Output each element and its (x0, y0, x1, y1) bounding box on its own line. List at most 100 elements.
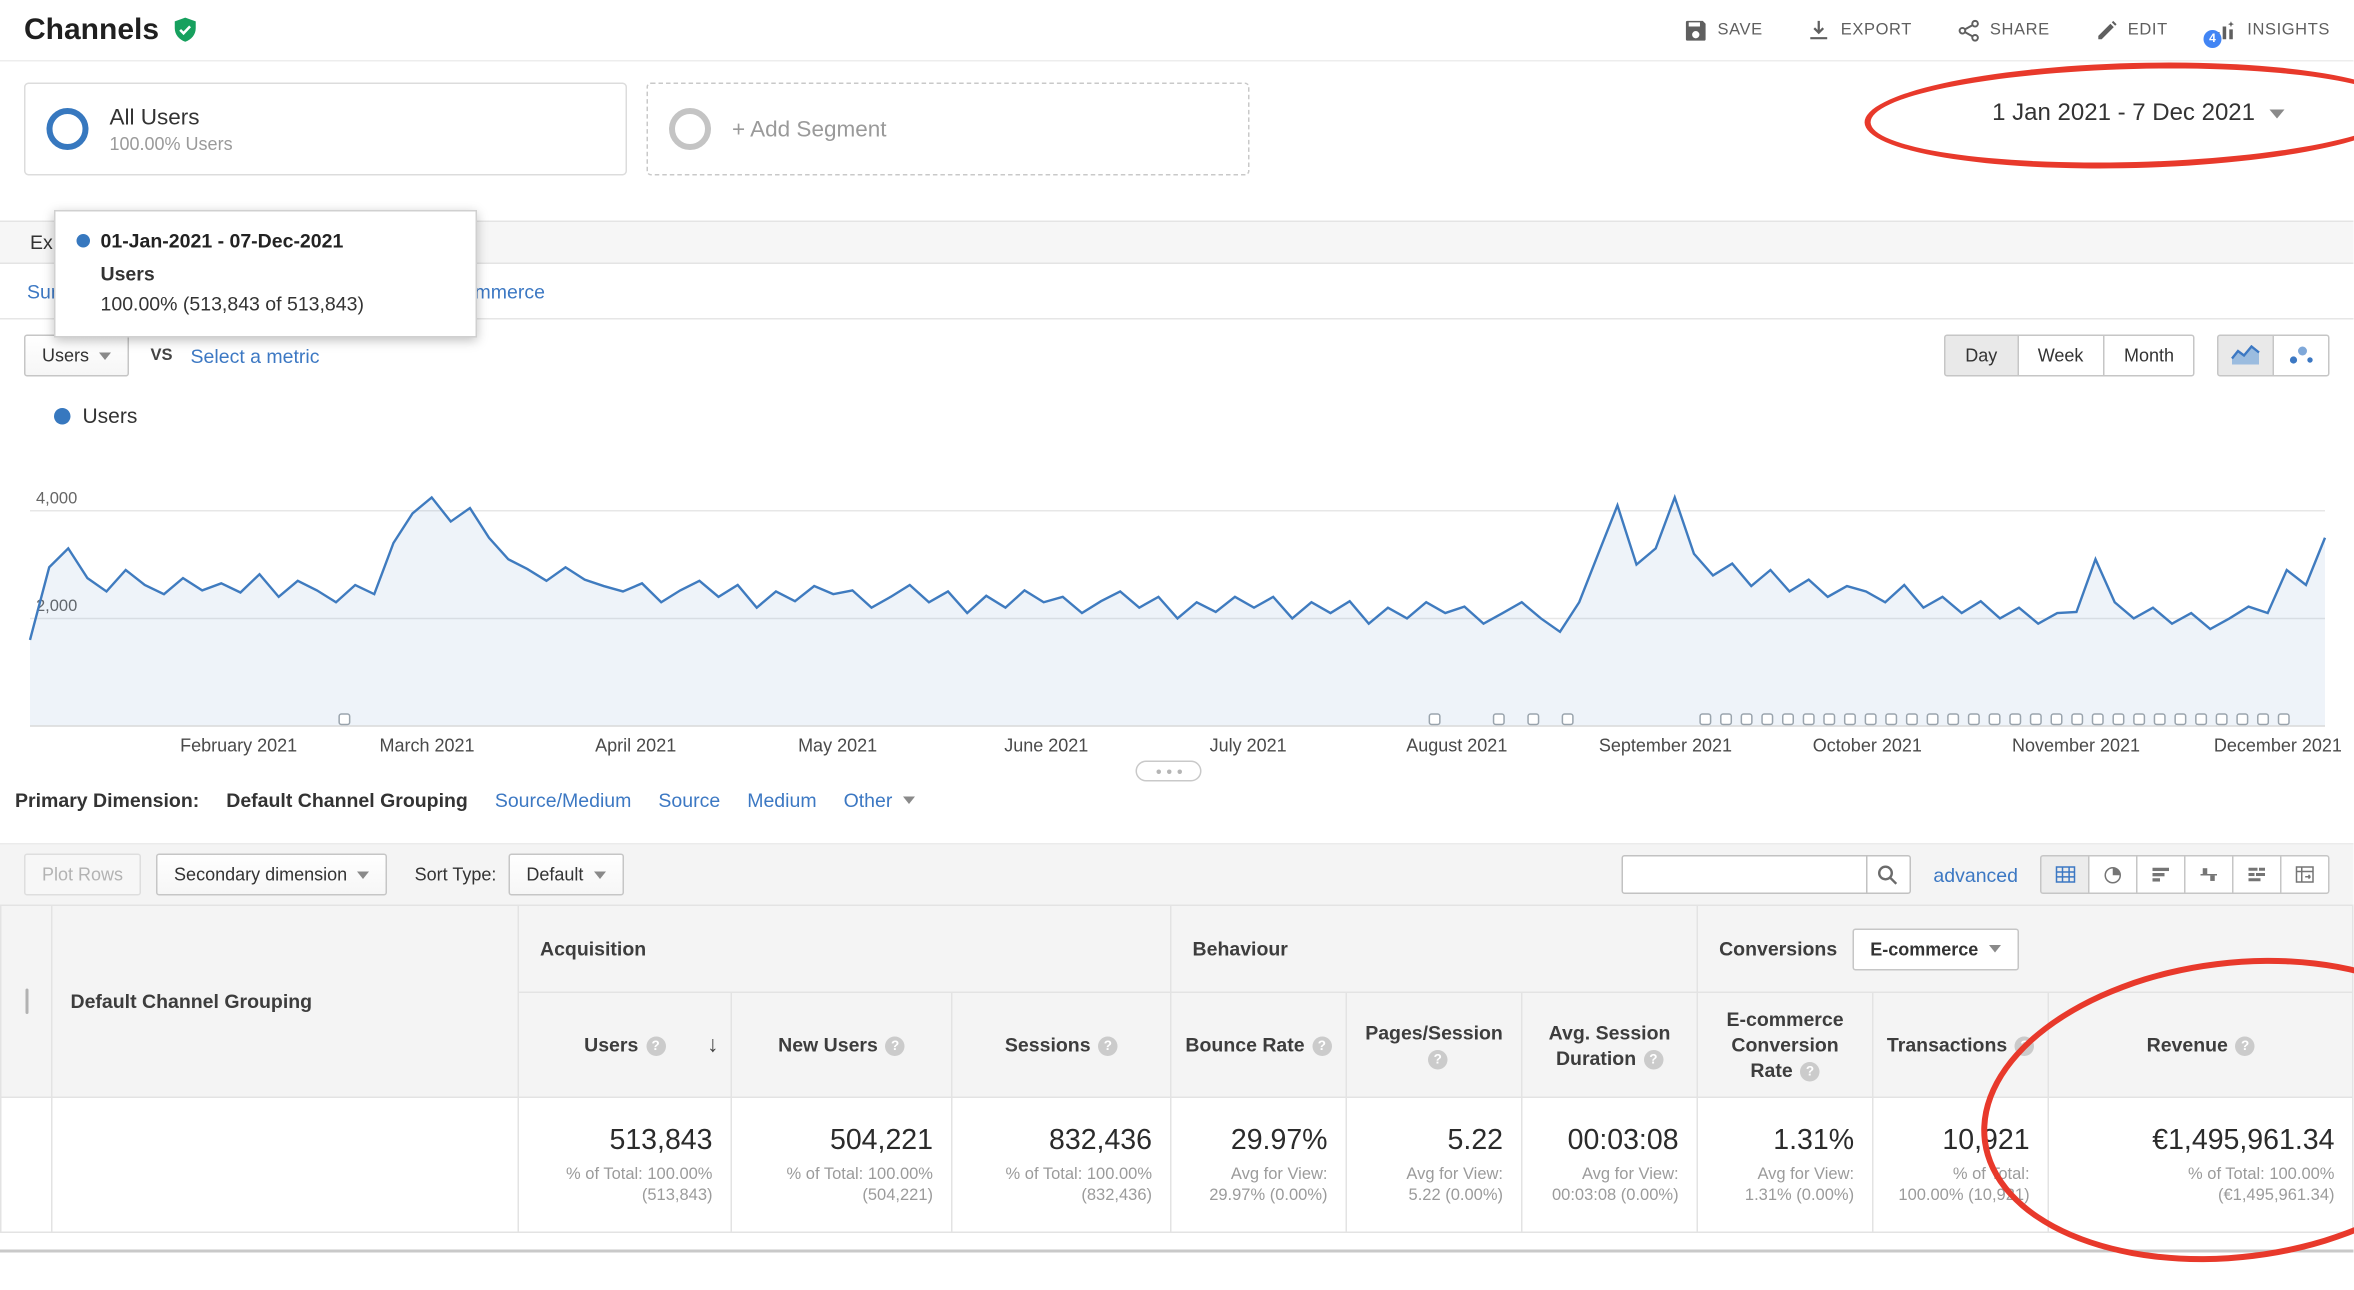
help-icon[interactable] (2235, 1037, 2255, 1057)
chevron-down-icon (1989, 945, 2001, 953)
advanced-search-link[interactable]: advanced (1933, 863, 2018, 886)
chevron-down-icon (2270, 110, 2285, 119)
svg-text:4,000: 4,000 (36, 489, 77, 507)
horizontal-bars-icon (2151, 866, 2171, 884)
series-dot-icon (77, 234, 91, 248)
table-grid-icon (2055, 866, 2076, 884)
insights-button[interactable]: 4 INSIGHTS (2213, 19, 2330, 42)
verified-shield-icon (173, 17, 199, 44)
help-icon[interactable] (1428, 1049, 1448, 1069)
insights-icon: 4 (2213, 19, 2237, 42)
chart-type-toggle (2219, 335, 2330, 377)
totals-checkbox-cell (1, 1097, 52, 1232)
select-all-checkbox[interactable] (25, 989, 28, 1015)
series-tooltip: 01-Jan-2021 - 07-Dec-2021 Users 100.00% … (54, 210, 477, 338)
data-table-view-button[interactable] (2040, 855, 2090, 894)
percentage-view-button[interactable] (2088, 855, 2138, 894)
vs-label: VS (151, 347, 173, 365)
svg-text:November 2021: November 2021 (2012, 736, 2140, 756)
column-header-transactions[interactable]: Transactions (1873, 992, 2049, 1097)
share-button[interactable]: SHARE (1957, 19, 2050, 42)
sort-type-dropdown[interactable]: Default (508, 854, 624, 896)
svg-text:March 2021: March 2021 (380, 736, 475, 756)
motion-chart-view-button[interactable] (2273, 335, 2330, 377)
dimension-other-link[interactable]: Other (844, 788, 915, 811)
dimension-source-medium-link[interactable]: Source/Medium (495, 788, 632, 811)
export-button[interactable]: EXPORT (1808, 19, 1912, 42)
svg-text:August 2021: August 2021 (1406, 736, 1507, 756)
totals-users: 513,843 % of Total: 100.00%(513,843) (518, 1097, 731, 1232)
metric-dropdown[interactable]: Users (24, 335, 130, 377)
select-a-metric-link[interactable]: Select a metric (191, 344, 320, 367)
column-header-bounce-rate[interactable]: Bounce Rate (1171, 992, 1347, 1097)
granularity-day-button[interactable]: Day (1944, 335, 2018, 377)
svg-text:September 2021: September 2021 (1599, 736, 1732, 756)
edit-button[interactable]: EDIT (2095, 19, 2168, 42)
users-over-time-chart[interactable]: 2,0004,000February 2021March 2021April 2… (0, 434, 2354, 772)
group-header-conversions: Conversions E-commerce (1697, 905, 2353, 992)
column-header-avg-session-duration[interactable]: Avg. Session Duration (1522, 992, 1698, 1097)
dimension-medium-link[interactable]: Medium (747, 788, 816, 811)
report-actions: SAVE EXPORT SHARE EDIT 4 INSIGHTS (1685, 19, 2330, 42)
line-chart-view-button[interactable] (2217, 335, 2274, 377)
plot-rows-button[interactable]: Plot Rows (24, 854, 141, 896)
help-icon[interactable] (646, 1037, 666, 1057)
conversions-goal-selector[interactable]: E-commerce (1852, 928, 2019, 970)
totals-dimension-cell (52, 1097, 519, 1232)
svg-text:June 2021: June 2021 (1004, 736, 1088, 756)
help-icon[interactable] (1800, 1062, 1820, 1082)
pivot-view-button[interactable] (2280, 855, 2330, 894)
comparison-view-button[interactable] (2184, 855, 2234, 894)
svg-text:July 2021: July 2021 (1210, 736, 1287, 756)
column-header-users[interactable]: Users (518, 992, 731, 1097)
group-header-behaviour: Behaviour (1171, 905, 1698, 992)
ga-channels-report: Channels SAVE EXPORT SHARE EDIT (0, 0, 2354, 1252)
totals-transactions: 10,921 % of Total:100.00% (10,921) (1873, 1097, 2049, 1232)
performance-view-button[interactable] (2136, 855, 2186, 894)
help-icon[interactable] (1312, 1037, 1332, 1057)
chevron-down-icon (100, 352, 112, 360)
help-icon[interactable] (1644, 1049, 1664, 1069)
legend-label: Users (83, 404, 138, 428)
secondary-dimension-dropdown[interactable]: Secondary dimension (156, 854, 388, 896)
save-button[interactable]: SAVE (1685, 19, 1763, 42)
help-icon[interactable] (1098, 1037, 1118, 1057)
page-title: Channels (24, 13, 159, 48)
column-header-pages-session[interactable]: Pages/Session (1346, 992, 1522, 1097)
top-bar: Channels SAVE EXPORT SHARE EDIT (0, 0, 2354, 62)
granularity-toggle: Day Week Month (1944, 335, 2195, 377)
help-icon[interactable] (2015, 1037, 2035, 1057)
annotations-drawer-handle[interactable] (1136, 761, 1202, 782)
pie-chart-icon (2103, 865, 2123, 885)
column-header-ecommerce-conversion-rate[interactable]: E-commerce Conversion Rate (1697, 992, 1873, 1097)
channels-data-table: Default Channel Grouping Acquisition Beh… (0, 905, 2354, 1234)
export-icon (1808, 19, 1831, 42)
segment-all-users[interactable]: All Users 100.00% Users (24, 83, 627, 176)
share-icon (1957, 19, 1980, 42)
column-header-sessions[interactable]: Sessions (952, 992, 1171, 1097)
save-icon (1685, 19, 1708, 42)
chart-legend: Users (0, 398, 2354, 434)
insights-count-badge: 4 (2204, 29, 2222, 47)
dimension-default-channel-grouping: Default Channel Grouping (226, 788, 468, 811)
table-toolbar: Plot Rows Secondary dimension Sort Type:… (0, 843, 2354, 905)
granularity-month-button[interactable]: Month (2103, 335, 2195, 377)
totals-sessions: 832,436 % of Total: 100.00%(832,436) (952, 1097, 1171, 1232)
totals-revenue: €1,495,961.34 % of Total: 100.00%(€1,495… (2048, 1097, 2353, 1232)
dimension-source-link[interactable]: Source (658, 788, 720, 811)
tooltip-date-range: 01-Jan-2021 - 07-Dec-2021 (101, 230, 344, 253)
dimension-column-header: Default Channel Grouping (52, 905, 519, 1097)
column-header-new-users[interactable]: New Users (731, 992, 952, 1097)
chevron-down-icon (903, 796, 915, 804)
column-header-revenue[interactable]: Revenue (2048, 992, 2353, 1097)
search-button[interactable] (1866, 855, 1911, 894)
term-cloud-view-button[interactable] (2232, 855, 2282, 894)
add-segment-button[interactable]: + Add Segment (647, 83, 1250, 176)
date-range-selector[interactable]: 1 Jan 2021 - 7 Dec 2021 (1992, 101, 2330, 128)
granularity-week-button[interactable]: Week (2017, 335, 2105, 377)
primary-dimension-bar: Primary Dimension: Default Channel Group… (0, 774, 2354, 825)
tooltip-value: 100.00% (513,843 of 513,843) (101, 293, 455, 316)
term-cloud-icon (2247, 866, 2267, 884)
help-icon[interactable] (885, 1037, 905, 1057)
table-search-input[interactable] (1621, 855, 1867, 894)
